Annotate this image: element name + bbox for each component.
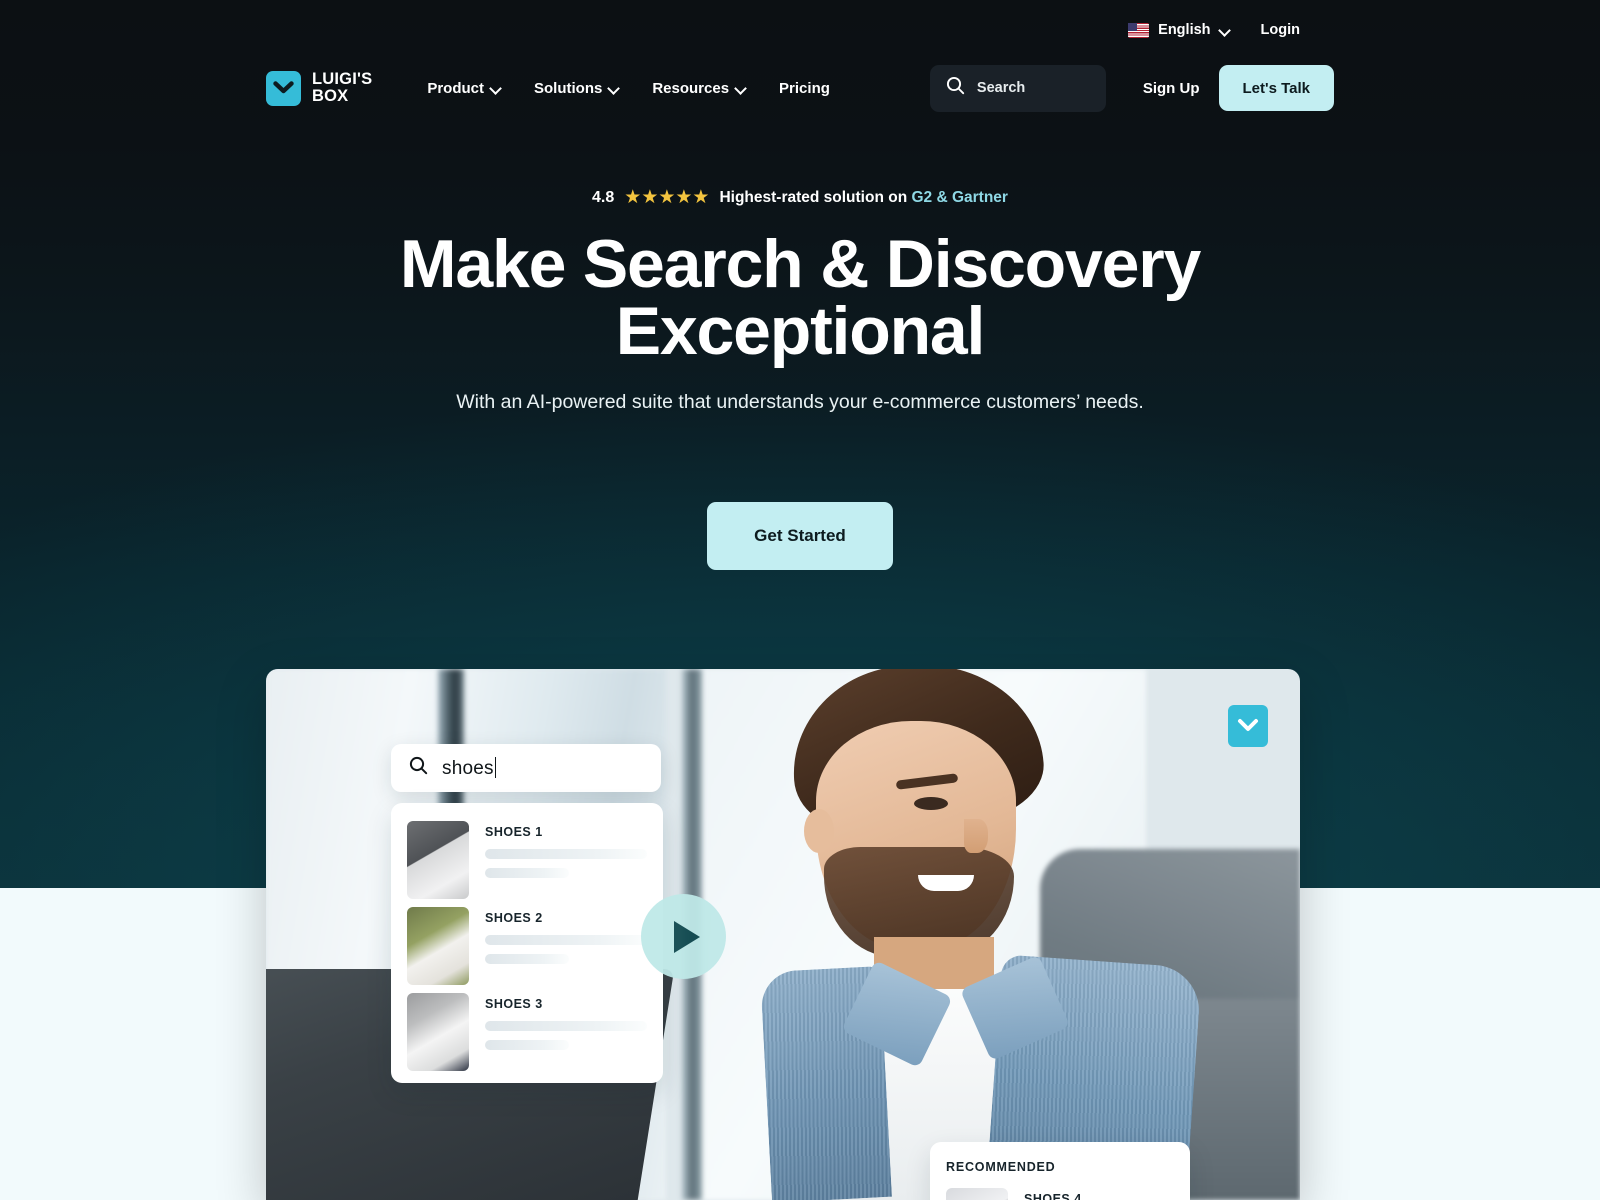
skeleton-line — [485, 954, 570, 964]
utility-bar: English Login — [1128, 22, 1300, 38]
chevron-down-icon — [736, 83, 747, 94]
list-item[interactable]: SHOES 1 — [407, 821, 647, 901]
skeleton-line — [485, 935, 647, 945]
product-meta: SHOES 4 — [1024, 1188, 1174, 1200]
rating-text-prefix: Highest-rated solution on — [719, 188, 912, 206]
language-label: English — [1158, 22, 1211, 38]
nose — [964, 819, 988, 853]
nav-item-solutions[interactable]: Solutions — [534, 80, 620, 97]
product-meta: SHOES 3 — [485, 993, 647, 1059]
hero-cta-wrapper: Get Started — [0, 502, 1600, 570]
product-thumbnail — [407, 993, 469, 1071]
product-meta: SHOES 2 — [485, 907, 647, 973]
rating-score: 4.8 — [592, 188, 615, 206]
lets-talk-button[interactable]: Let's Talk — [1218, 65, 1334, 111]
product-title: SHOES 1 — [485, 825, 543, 839]
list-item[interactable]: SHOES 4 — [946, 1188, 1174, 1200]
list-item[interactable]: SHOES 2 — [407, 907, 647, 987]
rating-text-highlight: G2 & Gartner — [911, 188, 1008, 206]
skeleton-line — [485, 849, 647, 859]
play-button[interactable] — [641, 894, 726, 979]
luigis-box-badge-icon — [1228, 705, 1268, 747]
skeleton-line — [485, 1021, 647, 1031]
us-flag-icon — [1128, 22, 1150, 38]
page-title: Make Search & Discovery Exceptional — [0, 230, 1600, 365]
nav-links: Product Solutions Resources Pricing — [427, 80, 830, 97]
search-icon — [409, 756, 428, 780]
search-box[interactable]: Search — [929, 64, 1106, 112]
nav-item-label: Resources — [652, 79, 730, 97]
ear — [804, 809, 834, 853]
product-meta: SHOES 1 — [485, 821, 647, 887]
recommended-heading: RECOMMENDED — [946, 1160, 1056, 1174]
language-selector[interactable]: English — [1128, 22, 1230, 38]
eye — [914, 797, 948, 810]
chevron-down-icon — [491, 83, 502, 94]
skeleton-line — [485, 1040, 570, 1050]
brand-name: LUIGI'S BOX — [312, 70, 373, 105]
rating-row: 4.8 ★★★★★ Highest-rated solution on G2 &… — [0, 188, 1600, 207]
nav-item-label: Solutions — [534, 79, 603, 97]
product-thumbnail — [946, 1188, 1008, 1200]
overlay-search-results: SHOES 1 SHOES 2 SHOES 3 — [391, 803, 663, 1083]
hero-title-line2: Exceptional — [615, 293, 986, 369]
hero-subtitle: With an AI-powered suite that understand… — [456, 391, 1144, 413]
star-rating-icon: ★★★★★ — [624, 187, 710, 208]
smile — [918, 875, 974, 891]
nav-item-pricing[interactable]: Pricing — [779, 80, 830, 97]
landing-page: English Login LUIGI'S BOX Product Solutio… — [0, 0, 1600, 1200]
login-link[interactable]: Login — [1261, 22, 1300, 38]
get-started-button[interactable]: Get Started — [707, 502, 893, 570]
product-thumbnail — [407, 821, 469, 899]
product-title: SHOES 3 — [485, 997, 543, 1011]
chevron-down-icon — [1220, 25, 1231, 36]
overlay-recommended-card: RECOMMENDED SHOES 4 — [930, 1142, 1190, 1200]
main-navbar: LUIGI'S BOX Product Solutions Resources P… — [266, 62, 1334, 114]
hero-video-card[interactable]: shoes SHOES 1 SHOES 2 SHOES 3 RECOMMENDE… — [266, 669, 1300, 1200]
brand-logo[interactable]: LUIGI'S BOX — [266, 70, 373, 106]
sign-up-link[interactable]: Sign Up — [1143, 80, 1200, 97]
nav-item-label: Product — [427, 79, 484, 97]
chevron-down-logo-icon — [266, 70, 301, 106]
product-title: SHOES 4 — [1024, 1192, 1082, 1200]
rating-text: Highest-rated solution on G2 & Gartner — [719, 189, 1008, 207]
hero-title-line1: Make Search & Discovery — [399, 226, 1201, 302]
nav-item-product[interactable]: Product — [427, 80, 502, 97]
search-input-placeholder: Search — [976, 80, 1026, 96]
product-title: SHOES 2 — [485, 911, 543, 925]
nav-item-label: Pricing — [779, 79, 830, 97]
search-icon — [946, 76, 965, 100]
list-item[interactable]: SHOES 3 — [407, 993, 647, 1073]
skeleton-line — [485, 868, 570, 878]
person-photo — [746, 669, 1206, 1200]
overlay-search-query: shoes — [442, 756, 497, 780]
chevron-down-icon — [609, 83, 620, 94]
navbar-actions: Sign Up Let's Talk — [1143, 65, 1334, 111]
nav-item-resources[interactable]: Resources — [652, 80, 747, 97]
text-cursor — [494, 756, 497, 778]
overlay-search-box[interactable]: shoes — [391, 744, 661, 792]
play-icon — [674, 920, 700, 953]
product-thumbnail — [407, 907, 469, 985]
